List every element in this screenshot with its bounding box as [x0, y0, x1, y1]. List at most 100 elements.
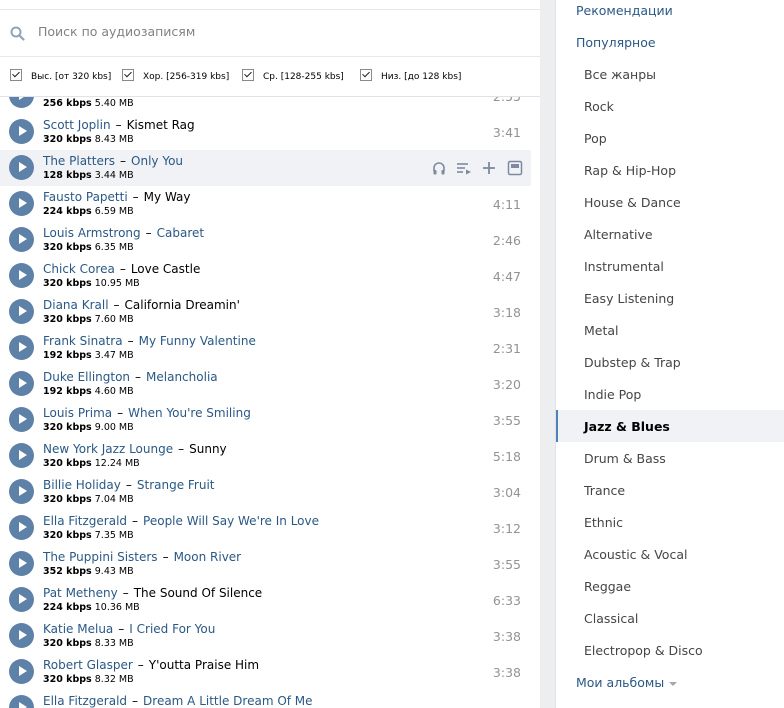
track-title[interactable]: Love Castle [131, 262, 201, 276]
track-artist[interactable]: Louis Prima [43, 406, 112, 420]
sidebar-genre-item[interactable]: Alternative [556, 218, 784, 250]
sidebar-genre-item[interactable]: Trance [556, 474, 784, 506]
checkbox[interactable] [122, 69, 134, 81]
headphones-icon[interactable] [431, 160, 447, 176]
track-title[interactable]: Melancholia [146, 370, 218, 384]
sidebar-genre-item[interactable]: Ethnic [556, 506, 784, 538]
track-row[interactable]: The Platters – Only You 128 kbps 3.44 MB [0, 150, 531, 186]
track-artist[interactable]: Scott Joplin [43, 118, 111, 132]
sidebar-genre-item[interactable]: Dubstep & Trap [556, 346, 784, 378]
play-icon[interactable] [9, 443, 34, 468]
sidebar-item-my-albums[interactable]: Мои альбомы [556, 666, 784, 698]
track-artist[interactable]: Katie Melua [43, 622, 113, 636]
checkbox[interactable] [360, 69, 372, 81]
track-row[interactable]: Billie Holiday – Strange Fruit 320 kbps 7.0… [0, 474, 531, 510]
sidebar-genre-item[interactable]: Metal [556, 314, 784, 346]
sidebar-genre-item[interactable]: Pop [556, 122, 784, 154]
track-artist[interactable]: Ella Fitzgerald [43, 694, 127, 708]
track-artist[interactable]: The Platters [43, 154, 115, 168]
track-row[interactable]: Duke Ellington – Melancholia 192 kbps 4.60 … [0, 366, 531, 402]
track-row[interactable]: Scott Joplin – Kismet Rag 320 kbps 8.43 MB 3… [0, 114, 531, 150]
play-icon[interactable] [9, 371, 34, 396]
track-artist[interactable]: Chick Corea [43, 262, 115, 276]
track-row[interactable]: Pat Metheny – The Sound Of Silence 224 kbps… [0, 582, 531, 618]
sidebar-genre-item[interactable]: Rap & Hip-Hop [556, 154, 784, 186]
play-icon[interactable] [9, 299, 34, 324]
track-artist[interactable]: Pat Metheny [43, 586, 118, 600]
track-artist[interactable]: Ella Fitzgerald [43, 514, 127, 528]
sidebar-genre-item[interactable]: Jazz & Blues [556, 410, 784, 442]
play-icon[interactable] [9, 155, 34, 180]
track-artist[interactable]: The Puppini Sisters [43, 550, 158, 564]
sidebar-genre-item[interactable]: Classical [556, 602, 784, 634]
track-row[interactable]: Fausto Papetti – My Way 224 kbps 6.59 MB 4:1… [0, 186, 531, 222]
sidebar-genre-item[interactable]: Все жанры [556, 58, 784, 90]
play-icon[interactable] [9, 695, 34, 708]
track-title[interactable]: Moon River [174, 550, 242, 564]
audio-panel: Nina Simone–Feeling Good256 kbps 5.40 MB… [0, 0, 540, 708]
track-title[interactable]: Dream A Little Dream Of Me [143, 694, 313, 708]
track-artist[interactable]: Robert Glasper [43, 658, 133, 672]
track-title[interactable]: The Sound Of Silence [134, 586, 262, 600]
track-artist[interactable]: Fausto Papetti [43, 190, 128, 204]
save-icon[interactable] [507, 160, 523, 176]
track-title[interactable]: Strange Fruit [137, 478, 215, 492]
track-row[interactable]: Frank Sinatra – My Funny Valentine 192 kbps… [0, 330, 531, 366]
sidebar-genre-item[interactable]: Acoustic & Vocal [556, 538, 784, 570]
track-title[interactable]: I Cried For You [129, 622, 215, 636]
sidebar-item-popular[interactable]: Популярное [556, 26, 784, 58]
track-artist[interactable]: Billie Holiday [43, 478, 121, 492]
sidebar-genre-item[interactable]: Reggae [556, 570, 784, 602]
sidebar-genre-item[interactable]: Drum & Bass [556, 442, 784, 474]
track-title[interactable]: Cabaret [157, 226, 204, 240]
track-title[interactable]: People Will Say We're In Love [143, 514, 319, 528]
checkbox[interactable] [242, 69, 254, 81]
track-artist[interactable]: Duke Ellington [43, 370, 130, 384]
play-icon[interactable] [9, 623, 34, 648]
sidebar-genre-item[interactable]: Indie Pop [556, 378, 784, 410]
sidebar-genre-item[interactable]: Instrumental [556, 250, 784, 282]
track-row[interactable]: Louis Prima – When You're Smiling 320 kbps … [0, 402, 531, 438]
track-title[interactable]: My Way [144, 190, 191, 204]
track-row[interactable]: Louis Armstrong – Cabaret 320 kbps 6.35 MB 2… [0, 222, 531, 258]
play-icon[interactable] [9, 227, 34, 252]
track-title[interactable]: When You're Smiling [128, 406, 251, 420]
track-title[interactable]: My Funny Valentine [139, 334, 256, 348]
play-icon[interactable] [9, 515, 34, 540]
sidebar-genre-item[interactable]: Easy Listening [556, 282, 784, 314]
sidebar-genre-item[interactable]: Rock [556, 90, 784, 122]
track-artist[interactable]: Diana Krall [43, 298, 109, 312]
play-icon[interactable] [9, 479, 34, 504]
sidebar-genre-item[interactable]: Electropop & Disco [556, 634, 784, 666]
sidebar-genre-item[interactable]: House & Dance [556, 186, 784, 218]
track-row[interactable]: The Puppini Sisters – Moon River 352 kbps 9… [0, 546, 531, 582]
track-row[interactable]: New York Jazz Lounge – Sunny 320 kbps 12.24… [0, 438, 531, 474]
track-artist[interactable]: Louis Armstrong [43, 226, 141, 240]
track-row[interactable]: Ella Fitzgerald – Dream A Little Dream Of … [0, 690, 531, 708]
playlist-next-icon[interactable] [456, 160, 472, 176]
track-title[interactable]: California Dreamin' [125, 298, 240, 312]
track-title[interactable]: Only You [131, 154, 183, 168]
track-title[interactable]: Y'outta Praise Him [149, 658, 259, 672]
play-icon[interactable] [9, 551, 34, 576]
play-icon[interactable] [9, 587, 34, 612]
plus-icon[interactable] [481, 160, 497, 176]
track-row[interactable]: Ella Fitzgerald – People Will Say We're In… [0, 510, 531, 546]
play-icon[interactable] [9, 119, 34, 144]
track-artist[interactable]: Frank Sinatra [43, 334, 123, 348]
search-input[interactable] [38, 24, 518, 39]
play-icon[interactable] [9, 191, 34, 216]
track-row[interactable]: Chick Corea – Love Castle 320 kbps 10.95 MB… [0, 258, 531, 294]
track-row[interactable]: Diana Krall – California Dreamin' 320 kbps … [0, 294, 531, 330]
track-row[interactable]: Robert Glasper – Y'outta Praise Him 320 kbp… [0, 654, 531, 690]
checkbox[interactable] [10, 69, 22, 81]
play-icon[interactable] [9, 263, 34, 288]
track-title[interactable]: Sunny [189, 442, 227, 456]
play-icon[interactable] [9, 659, 34, 684]
track-title[interactable]: Kismet Rag [127, 118, 195, 132]
play-icon[interactable] [9, 335, 34, 360]
track-artist[interactable]: New York Jazz Lounge [43, 442, 173, 456]
play-icon[interactable] [9, 407, 34, 432]
sidebar-item-recommendations[interactable]: Рекомендации [556, 0, 784, 26]
track-row[interactable]: Katie Melua – I Cried For You 320 kbps 8.33… [0, 618, 531, 654]
